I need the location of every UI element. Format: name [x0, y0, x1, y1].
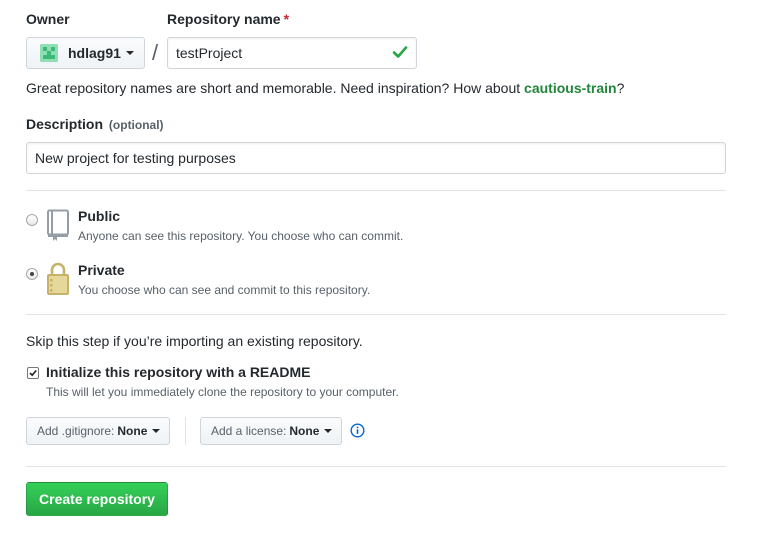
name-suggestion-link[interactable]: cautious-train — [524, 80, 617, 96]
owner-name: hdlag91 — [68, 45, 121, 61]
gitignore-select[interactable]: Add .gitignore: None — [26, 417, 170, 445]
private-radio[interactable] — [26, 268, 38, 280]
private-note: You choose who can see and commit to thi… — [78, 283, 371, 297]
license-select[interactable]: Add a license: None — [200, 417, 342, 445]
avatar — [40, 44, 58, 62]
chevron-down-icon — [152, 429, 161, 433]
info-icon[interactable] — [350, 423, 365, 438]
divider — [26, 314, 726, 315]
optional-hint: (optional) — [108, 118, 164, 132]
public-radio[interactable] — [26, 214, 38, 226]
divider — [185, 417, 186, 445]
repo-name-hint: Great repository names are short and mem… — [26, 80, 625, 96]
license-value: None — [289, 424, 320, 438]
public-title: Public — [78, 208, 121, 224]
description-label: Description (optional) — [26, 116, 164, 132]
owner-label: Owner — [26, 11, 70, 27]
repo-name-input[interactable] — [167, 37, 417, 69]
chevron-down-icon — [324, 429, 333, 433]
checkmark-icon — [29, 369, 37, 377]
repo-name-label: Repository name * — [167, 11, 290, 27]
divider — [26, 190, 726, 191]
private-title: Private — [78, 262, 125, 278]
repo-book-icon — [47, 209, 69, 241]
skip-step-text: Skip this step if you’re importing an ex… — [26, 333, 363, 349]
create-repository-button[interactable]: Create repository — [26, 482, 168, 516]
required-mark: * — [283, 11, 290, 27]
readme-checkbox[interactable] — [27, 367, 39, 379]
public-note: Anyone can see this repository. You choo… — [78, 229, 404, 243]
gitignore-value: None — [117, 424, 148, 438]
owner-repo-separator: / — [152, 40, 159, 65]
readme-note: This will let you immediately clone the … — [46, 385, 399, 399]
owner-select[interactable]: hdlag91 — [26, 37, 145, 69]
divider — [26, 466, 726, 467]
chevron-down-icon — [125, 51, 134, 55]
license-label: Add a license: — [211, 424, 287, 438]
gitignore-label: Add .gitignore: — [37, 424, 115, 438]
readme-title: Initialize this repository with a README — [46, 364, 311, 380]
check-icon — [392, 46, 408, 58]
lock-icon — [47, 262, 69, 295]
description-input[interactable] — [26, 142, 726, 174]
